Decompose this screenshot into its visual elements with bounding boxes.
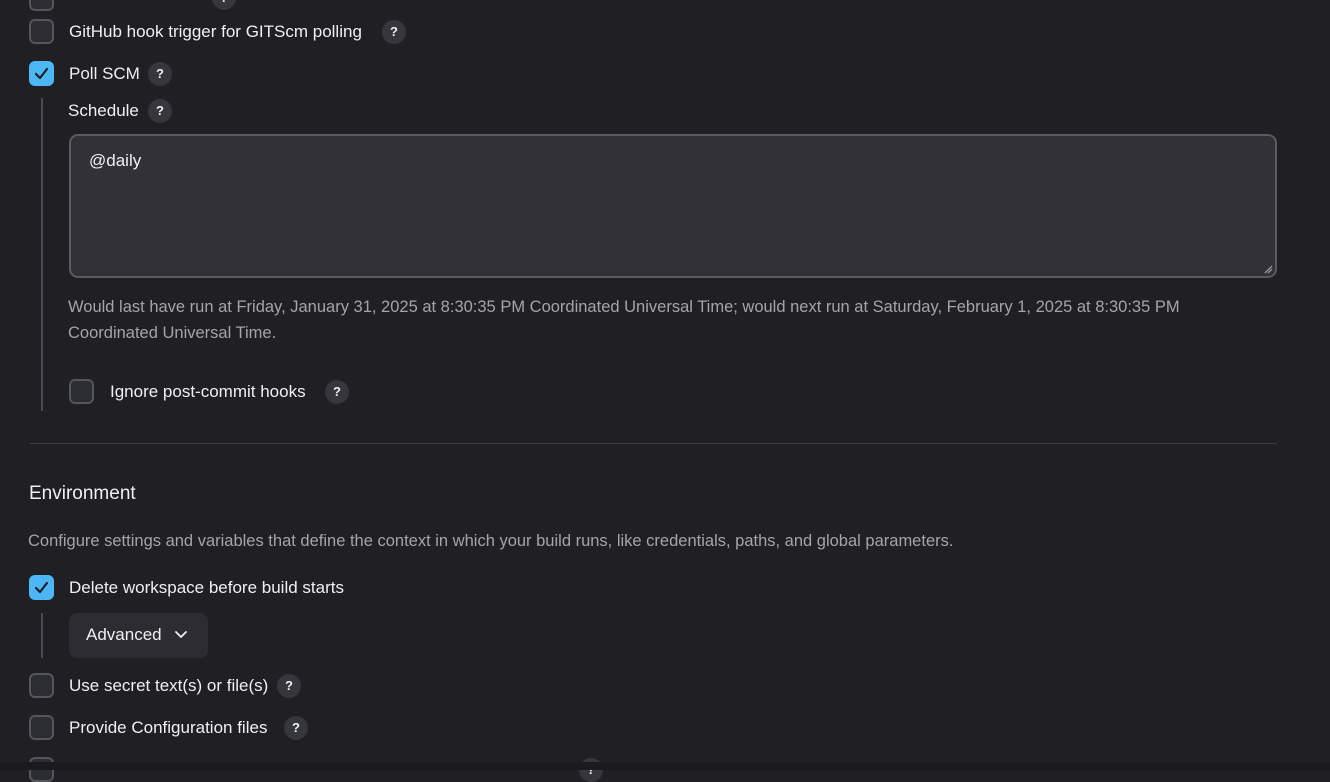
poll-scm-nested-line [41, 98, 43, 411]
schedule-textarea[interactable]: @daily [69, 134, 1277, 278]
secret-label: Use secret text(s) or file(s) [69, 676, 269, 695]
poll-scm-label: Poll SCM [69, 64, 140, 83]
schedule-info-text: Would last have run at Friday, January 3… [68, 298, 1180, 342]
partial-top-help-icon[interactable]: ? [212, 0, 236, 10]
secret-help-icon[interactable]: ? [277, 674, 301, 698]
check-icon [34, 67, 49, 80]
poll-scm-checkbox[interactable] [29, 61, 54, 86]
environment-title: Environment [29, 483, 136, 504]
delete-workspace-nested-line [41, 613, 43, 658]
environment-description: Configure settings and variables that de… [28, 532, 954, 550]
secret-checkbox[interactable] [29, 673, 54, 698]
advanced-button-label: Advanced [86, 625, 162, 644]
bottom-bar [0, 762, 1330, 770]
partial-top-checkbox[interactable] [29, 0, 54, 11]
config-files-label: Provide Configuration files [69, 718, 268, 737]
config-files-checkbox[interactable] [29, 715, 54, 740]
ignore-hooks-checkbox[interactable] [69, 379, 94, 404]
schedule-label: Schedule [68, 101, 139, 120]
github-hook-label: GitHub hook trigger for GITScm polling [69, 22, 362, 41]
resize-handle-icon[interactable] [1263, 264, 1273, 274]
github-hook-checkbox[interactable] [29, 19, 54, 44]
poll-scm-help-icon[interactable]: ? [148, 62, 172, 86]
schedule-help-icon[interactable]: ? [148, 99, 172, 123]
section-divider [29, 443, 1277, 444]
github-hook-help-icon[interactable]: ? [382, 20, 406, 44]
check-icon [34, 581, 49, 594]
config-files-help-icon[interactable]: ? [284, 716, 308, 740]
advanced-button[interactable]: Advanced [69, 613, 208, 658]
delete-workspace-checkbox[interactable] [29, 575, 54, 600]
chevron-down-icon [175, 631, 187, 638]
delete-workspace-label: Delete workspace before build starts [69, 578, 344, 597]
ignore-hooks-help-icon[interactable]: ? [325, 380, 349, 404]
ignore-hooks-label: Ignore post-commit hooks [110, 382, 306, 401]
